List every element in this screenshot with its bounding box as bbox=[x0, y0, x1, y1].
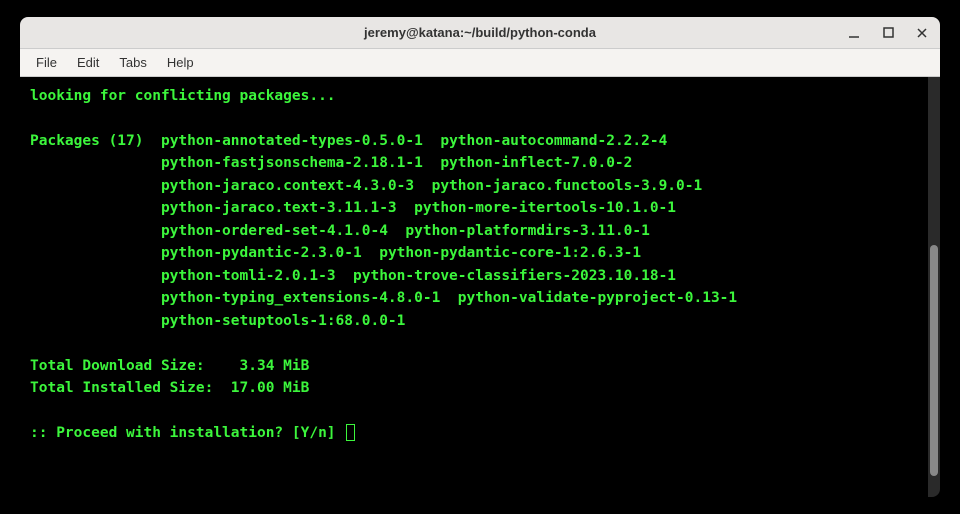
prompt-line: :: Proceed with installation? [Y/n] bbox=[30, 425, 336, 441]
pkg: python-autocommand-2.2.2-4 bbox=[440, 133, 667, 149]
menu-tabs[interactable]: Tabs bbox=[111, 51, 154, 74]
window-controls bbox=[844, 23, 932, 43]
maximize-icon[interactable] bbox=[878, 23, 898, 43]
pkg: python-annotated-types-0.5.0-1 bbox=[161, 133, 423, 149]
pkg: python-jaraco.context-4.3.0-3 bbox=[161, 178, 414, 194]
menu-help[interactable]: Help bbox=[159, 51, 202, 74]
pkg: python-platformdirs-3.11.0-1 bbox=[405, 223, 649, 239]
installed-value: 17.00 MiB bbox=[231, 380, 310, 396]
terminal-area[interactable]: looking for conflicting packages... Pack… bbox=[20, 77, 940, 497]
download-label: Total Download Size: bbox=[30, 358, 205, 374]
scrollbar-thumb[interactable] bbox=[930, 245, 938, 476]
download-value: 3.34 MiB bbox=[240, 358, 310, 374]
window-title: jeremy@katana:~/build/python-conda bbox=[364, 25, 596, 40]
menubar: File Edit Tabs Help bbox=[20, 49, 940, 77]
cursor-icon bbox=[346, 424, 355, 441]
pkg: python-inflect-7.0.0-2 bbox=[440, 155, 632, 171]
minimize-icon[interactable] bbox=[844, 23, 864, 43]
terminal-window: jeremy@katana:~/build/python-conda File … bbox=[20, 17, 940, 497]
pkg: python-more-itertools-10.1.0-1 bbox=[414, 200, 676, 216]
pkg: python-validate-pyproject-0.13-1 bbox=[458, 290, 737, 306]
pkg: python-jaraco.text-3.11.1-3 bbox=[161, 200, 397, 216]
output-looking: looking for conflicting packages... bbox=[30, 88, 336, 104]
pkg: python-pydantic-core-1:2.6.3-1 bbox=[379, 245, 641, 261]
pkg: python-tomli-2.0.1-3 bbox=[161, 268, 336, 284]
pkg: python-fastjsonschema-2.18.1-1 bbox=[161, 155, 423, 171]
terminal-content[interactable]: looking for conflicting packages... Pack… bbox=[20, 77, 928, 497]
pkg: python-jaraco.functools-3.9.0-1 bbox=[432, 178, 703, 194]
menu-edit[interactable]: Edit bbox=[69, 51, 107, 74]
scrollbar[interactable] bbox=[928, 77, 940, 497]
pkg: python-setuptools-1:68.0.0-1 bbox=[161, 313, 405, 329]
pkg: python-trove-classifiers-2023.10.18-1 bbox=[353, 268, 676, 284]
pkg: python-ordered-set-4.1.0-4 bbox=[161, 223, 388, 239]
packages-label: Packages (17) bbox=[30, 133, 144, 149]
menu-file[interactable]: File bbox=[28, 51, 65, 74]
installed-label: Total Installed Size: bbox=[30, 380, 213, 396]
pkg: python-typing_extensions-4.8.0-1 bbox=[161, 290, 440, 306]
close-icon[interactable] bbox=[912, 23, 932, 43]
titlebar: jeremy@katana:~/build/python-conda bbox=[20, 17, 940, 49]
pkg: python-pydantic-2.3.0-1 bbox=[161, 245, 362, 261]
